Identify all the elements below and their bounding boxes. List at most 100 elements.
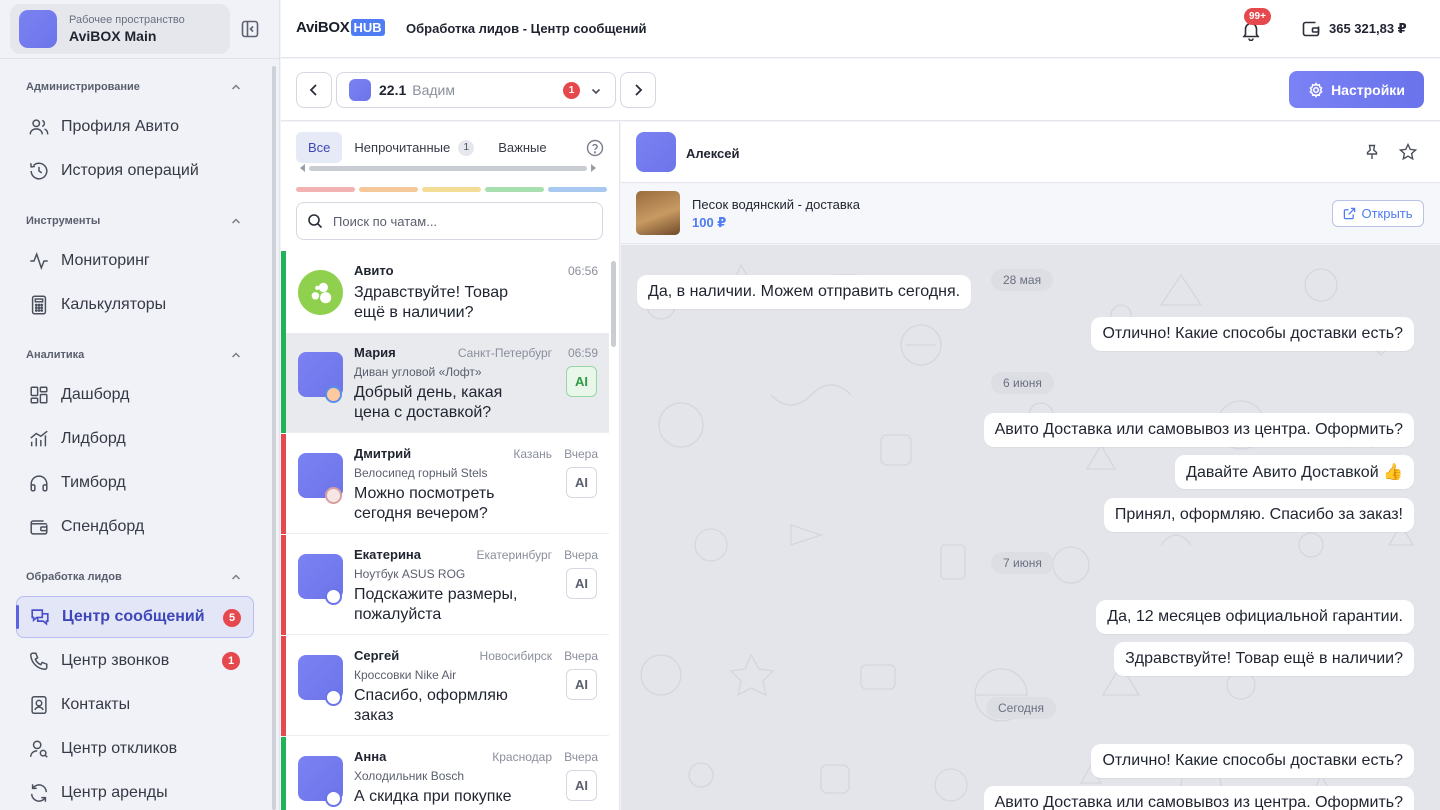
chat-preview: Можно посмотреть сегодня вечером? xyxy=(354,485,495,522)
workspace-subtitle: Рабочее пространство xyxy=(69,14,185,26)
chat-item-dmitry[interactable]: Дмитрий Казань Вчера Велосипед горный St… xyxy=(281,434,609,534)
message-outgoing: Принял, оформляю. Спасибо за заказ! xyxy=(1103,498,1414,532)
message-center-badge: 5 xyxy=(223,609,241,627)
chat-time: 06:56 xyxy=(567,264,598,278)
chat-product: Холодильник Bosch xyxy=(354,769,465,783)
workspace-switcher[interactable]: Рабочее пространство AviBOX Main xyxy=(10,4,230,54)
prev-account-button[interactable] xyxy=(296,72,332,108)
external-link-icon xyxy=(1344,207,1356,220)
chat-preview: Подскажите размеры, пожалуйста xyxy=(354,586,518,623)
sidebar-item-message-center[interactable]: Центр сообщений 5 xyxy=(16,596,254,638)
chat-preview: Спасибо, оформляю заказ xyxy=(354,687,508,724)
chevron-up-icon xyxy=(231,218,241,224)
sidebar-item-contacts[interactable]: Контакты xyxy=(16,684,254,726)
tab-unread[interactable]: Непрочитанные 1 xyxy=(342,132,486,163)
chat-item-maria[interactable]: Мария Санкт-Петербург 06:59 Диван углово… xyxy=(281,333,609,433)
sidebar-item-rental-center[interactable]: Центр аренды xyxy=(16,772,254,810)
workspace-logo xyxy=(19,10,57,48)
tab-all[interactable]: Все xyxy=(296,132,343,163)
account-select[interactable]: 22.1 Вадим 1 xyxy=(336,72,616,108)
sidebar-item-responses-center[interactable]: Центр откликов xyxy=(16,728,254,770)
account-name: Вадим xyxy=(412,82,455,98)
search-input[interactable] xyxy=(333,213,583,229)
account-selector-row: 22.1 Вадим 1 Настройки xyxy=(281,59,1440,121)
section-lead-processing[interactable]: Обработка лидов xyxy=(26,571,242,583)
sidebar-divider xyxy=(0,58,279,59)
contacts-icon xyxy=(31,696,47,714)
section-tools[interactable]: Инструменты xyxy=(26,215,242,227)
avito-logo-icon xyxy=(298,270,343,315)
product-price: 100 ₽ xyxy=(692,215,727,230)
star-icon[interactable] xyxy=(1398,142,1418,162)
collapse-sidebar-icon[interactable] xyxy=(240,19,260,39)
color-filter-blue[interactable] xyxy=(548,187,607,192)
ai-toggle-button[interactable]: AI xyxy=(566,366,597,397)
chevron-right-icon xyxy=(635,84,643,96)
chat-city: Казань xyxy=(513,447,552,461)
sidebar-item-calculators[interactable]: Калькуляторы xyxy=(16,284,254,326)
sidebar-item-avito-profiles[interactable]: Профиля Авито xyxy=(16,106,254,148)
product-title: Песок водянский - доставка xyxy=(692,197,860,212)
contact-name: Алексей xyxy=(686,146,740,161)
sidebar-item-call-center[interactable]: Центр звонков 1 xyxy=(16,640,254,682)
scroll-right-arrow[interactable] xyxy=(591,164,596,172)
ai-toggle-button[interactable]: AI xyxy=(566,770,597,801)
open-product-button[interactable]: Открыть xyxy=(1332,200,1424,227)
mini-avatar xyxy=(325,689,342,706)
sidebar-item-leadboard[interactable]: Лидборд xyxy=(16,418,254,460)
message-incoming: Да, в наличии. Можем отправить сегодня. xyxy=(637,275,972,309)
mini-avatar xyxy=(325,790,342,807)
status-bar xyxy=(281,535,286,635)
chat-city: Новосибирск xyxy=(479,649,552,663)
status-bar xyxy=(281,333,286,433)
pin-icon[interactable] xyxy=(1363,143,1381,161)
chat-item-sergey[interactable]: Сергей Новосибирск Вчера Кроссовки Nike … xyxy=(281,636,609,736)
ai-toggle-button[interactable]: AI xyxy=(566,669,597,700)
scroll-left-arrow[interactable] xyxy=(300,164,305,172)
message-outgoing: Отлично! Какие способы доставки есть? xyxy=(1091,317,1414,351)
chat-list-scrollbar[interactable] xyxy=(611,261,616,347)
ai-toggle-button[interactable]: AI xyxy=(566,568,597,599)
mini-avatar xyxy=(325,386,342,403)
brand-logo[interactable]: AviBOX HUB xyxy=(296,19,385,36)
wallet-icon[interactable] xyxy=(1301,19,1321,39)
chat-header: Алексей xyxy=(621,122,1440,183)
chat-preview: А скидка при покупке xyxy=(354,788,512,805)
message-outgoing: Отлично! Какие способы доставки есть? xyxy=(1091,744,1414,778)
color-filter-orange[interactable] xyxy=(359,187,418,192)
chat-time: 06:59 xyxy=(567,346,598,360)
sidebar-scrollbar[interactable] xyxy=(272,66,276,810)
color-filters xyxy=(296,187,607,192)
chat-time: Вчера xyxy=(564,649,598,663)
chat-product: Велосипед горный Stels xyxy=(354,466,488,480)
message-area[interactable]: 28 мая Да, в наличии. Можем отправить се… xyxy=(621,245,1440,810)
messages-icon xyxy=(31,609,49,626)
tab-important[interactable]: Важные xyxy=(486,132,558,163)
chat-name: Мария xyxy=(354,345,396,360)
help-icon[interactable] xyxy=(586,139,604,157)
chat-list-panel: Все Непрочитанные1 Важные Авито 06:56 Зд… xyxy=(281,122,620,810)
sidebar-item-dashboard[interactable]: Дашборд xyxy=(16,374,254,416)
ai-toggle-button[interactable]: AI xyxy=(566,467,597,498)
date-divider: 7 июня xyxy=(991,552,1054,574)
color-filter-red[interactable] xyxy=(296,187,355,192)
sidebar-item-monitoring[interactable]: Мониторинг xyxy=(16,240,254,282)
section-analytics[interactable]: Аналитика xyxy=(26,349,242,361)
color-filter-yellow[interactable] xyxy=(422,187,481,192)
gear-icon xyxy=(1309,81,1323,98)
tabs-horizontal-scrollbar[interactable] xyxy=(309,166,587,171)
status-bar xyxy=(281,737,286,810)
message-outgoing: Здравствуйте! Товар ещё в наличии? xyxy=(1114,642,1414,676)
section-administration[interactable]: Администрирование xyxy=(26,81,242,93)
sidebar-item-spendboard[interactable]: Спендборд xyxy=(16,506,254,548)
chat-search xyxy=(296,202,603,240)
chat-item-ekaterina[interactable]: Екатерина Екатеринбург Вчера Ноутбук ASU… xyxy=(281,535,609,635)
next-account-button[interactable] xyxy=(620,72,656,108)
sidebar-item-teamboard[interactable]: Тимборд xyxy=(16,462,254,504)
page-title: Обработка лидов - Центр сообщений xyxy=(406,21,647,36)
sidebar-item-operations-history[interactable]: История операций xyxy=(16,150,254,192)
chat-item-anna[interactable]: Анна Краснодар Вчера Холодильник Bosch А… xyxy=(281,737,609,810)
settings-button[interactable]: Настройки xyxy=(1289,71,1424,108)
chevron-up-icon xyxy=(231,574,241,580)
color-filter-green[interactable] xyxy=(485,187,544,192)
